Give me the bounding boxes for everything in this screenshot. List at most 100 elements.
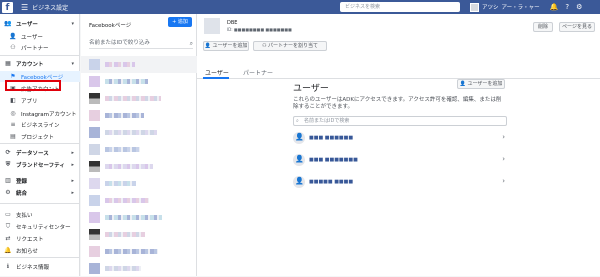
sidebar-item-icon: ℹ bbox=[6, 263, 10, 270]
sidebar-item[interactable]: ▭ 支払い bbox=[0, 209, 80, 220]
expand-arrow-icon: ▸ bbox=[71, 161, 74, 168]
sidebar-item[interactable]: ⚇ パートナー bbox=[0, 42, 80, 53]
expand-arrow-icon: ▾ bbox=[71, 60, 74, 67]
add-user-button[interactable]: 👤 ユーザーを追加 bbox=[457, 79, 505, 89]
sidebar-item-label: ユーザー bbox=[21, 34, 43, 41]
chevron-right-icon: › bbox=[502, 177, 505, 185]
sidebar-item-label: データソース bbox=[16, 150, 49, 157]
page-thumbnail bbox=[89, 263, 100, 274]
sidebar-item[interactable]: 👥 ユーザー ▾ bbox=[0, 18, 80, 29]
sidebar-item-icon: ⟳ bbox=[5, 149, 11, 156]
sidebar-item[interactable]: ⇄ リクエスト bbox=[0, 233, 80, 244]
search-icon: ⌕ bbox=[296, 118, 299, 124]
page-thumbnail bbox=[89, 76, 100, 87]
chevron-right-icon: › bbox=[502, 133, 505, 141]
help-icon[interactable]: ? bbox=[565, 3, 569, 11]
page-name-redacted bbox=[105, 79, 148, 84]
page-thumbnail bbox=[89, 246, 100, 257]
sidebar-item-label: プロジェクト bbox=[21, 134, 55, 141]
page-thumbnail bbox=[89, 212, 100, 223]
expand-arrow-icon: ▸ bbox=[71, 177, 74, 184]
assign-partner-label: パートナーを割り当て bbox=[268, 43, 319, 49]
topbar-right: アツシ アー・ラ・ャー 🔔 ? ⚙ bbox=[470, 0, 582, 14]
sidebar-item-icon: 🔔 bbox=[4, 247, 12, 254]
user-search-input[interactable]: ⌕ 名前またはIDで検索 bbox=[293, 116, 507, 126]
user-name[interactable]: アツシ bbox=[482, 3, 499, 11]
page-detail: DBE ID: ■■■■■■■■ ■■■■■■■ 削除 ページを見る 👤 ユーザ… bbox=[197, 14, 600, 276]
page-list-item[interactable] bbox=[81, 107, 197, 124]
page-name-redacted bbox=[105, 215, 162, 220]
sidebar-item[interactable]: 🔔 お知らせ bbox=[0, 245, 80, 256]
add-user-button-label: ユーザーを追加 bbox=[467, 81, 503, 87]
page-list-item[interactable] bbox=[81, 260, 197, 277]
page-list-item[interactable] bbox=[81, 209, 197, 226]
tab-partners[interactable]: パートナー bbox=[243, 68, 273, 77]
sidebar-item-icon: 👥 bbox=[4, 20, 12, 27]
facebook-logo[interactable]: f bbox=[2, 1, 13, 13]
bell-icon[interactable]: 🔔 bbox=[550, 3, 559, 11]
sidebar-item[interactable]: ⟳ データソース ▸ bbox=[0, 147, 80, 158]
page-filter-input[interactable]: 名前またはIDで絞り込み ⌕ bbox=[89, 38, 193, 49]
page-name-redacted bbox=[105, 198, 149, 203]
user-row[interactable]: 👤 ■■■ ■■■■■■ › bbox=[293, 128, 509, 150]
sidebar-item[interactable]: ⚙ 統合 ▸ bbox=[0, 187, 80, 198]
delete-button[interactable]: 削除 bbox=[533, 22, 553, 32]
page-list-item[interactable] bbox=[81, 175, 197, 192]
page-thumbnail bbox=[89, 195, 100, 206]
page-thumbnail bbox=[89, 178, 100, 189]
sidebar-item[interactable]: ≡ ビジネスライン bbox=[0, 119, 80, 130]
menu-icon[interactable]: ☰ bbox=[21, 3, 28, 12]
user-icon: 👤 bbox=[204, 43, 211, 49]
page-list-item[interactable] bbox=[81, 73, 197, 90]
page-list-item[interactable] bbox=[81, 90, 197, 107]
sidebar-item-label: リクエスト bbox=[16, 236, 44, 243]
sidebar-item-label: 支払い bbox=[16, 212, 33, 219]
page-thumbnail bbox=[89, 59, 100, 70]
sidebar-item-label: セキュリティセンター bbox=[16, 224, 71, 231]
page-name-redacted bbox=[105, 96, 161, 101]
page-list-item[interactable] bbox=[81, 158, 197, 175]
sidebar-item[interactable]: ℹ ビジネス情報 bbox=[0, 261, 80, 272]
add-user-header-button[interactable]: 👤 ユーザーを追加 bbox=[203, 41, 249, 51]
sidebar: 👥 ユーザー ▾ 👤 ユーザー ⚇ パートナー ▦ アカウント ▾ ⚑ Facebookページ ▣ 広告ア… bbox=[0, 14, 80, 276]
user-extra[interactable]: アー・ラ・ャー bbox=[502, 3, 540, 11]
sidebar-item-icon: ⚑ bbox=[10, 73, 16, 80]
page-list-item[interactable] bbox=[81, 192, 197, 209]
sidebar-divider bbox=[0, 257, 80, 258]
sidebar-item[interactable]: ▦ アカウント ▾ bbox=[0, 58, 80, 69]
sidebar-divider bbox=[0, 203, 80, 204]
gear-icon[interactable]: ⚙ bbox=[576, 3, 582, 11]
sidebar-item[interactable]: 👤 ユーザー bbox=[0, 31, 80, 42]
page-list-item[interactable] bbox=[81, 124, 197, 141]
tab-users[interactable]: ユーザー bbox=[205, 68, 229, 77]
page-list-item[interactable] bbox=[81, 141, 197, 158]
sidebar-item[interactable]: ▤ プロジェクト bbox=[0, 131, 80, 142]
user-row[interactable]: 👤 ■■■ ■■■■■■■ › bbox=[293, 150, 509, 172]
sidebar-item-label: 統合 bbox=[16, 190, 28, 197]
sidebar-item[interactable]: ◧ アプリ bbox=[0, 95, 80, 106]
sidebar-item[interactable]: ▥ 登録 ▸ bbox=[0, 175, 80, 186]
page-list-item[interactable] bbox=[81, 56, 197, 73]
user-search-placeholder: 名前またはIDで検索 bbox=[304, 118, 350, 124]
user-row[interactable]: 👤 ■■■■■ ■■■■ › bbox=[293, 172, 509, 194]
sidebar-item-label: ブランドセーフティ bbox=[16, 162, 65, 169]
user-avatar[interactable] bbox=[470, 2, 479, 12]
sidebar-item[interactable]: ◎ Instagramアカウント bbox=[0, 108, 80, 119]
page-list-item[interactable] bbox=[81, 243, 197, 260]
search-icon: ⌕ bbox=[189, 40, 193, 47]
expand-arrow-icon: ▸ bbox=[71, 189, 74, 196]
sidebar-item-icon: ◧ bbox=[10, 97, 16, 104]
user-name: ■■■ ■■■■■■■ bbox=[309, 157, 358, 163]
add-page-button[interactable]: + 追加 bbox=[168, 17, 192, 27]
page-list-item[interactable] bbox=[81, 226, 197, 243]
sidebar-item[interactable]: ⛉ セキュリティセンター bbox=[0, 221, 80, 232]
page-list-header: Facebookページ bbox=[89, 23, 132, 29]
page-list: Facebookページ + 追加 名前またはIDで絞り込み ⌕ bbox=[81, 14, 197, 276]
view-page-button[interactable]: ページを見る bbox=[559, 22, 595, 32]
business-search-input[interactable]: ビジネスを検索 bbox=[340, 2, 460, 12]
page-name-redacted bbox=[105, 249, 158, 254]
sidebar-item-label: ユーザー bbox=[16, 21, 38, 28]
page-title: DBE bbox=[227, 20, 238, 26]
sidebar-item[interactable]: ⛨ ブランドセーフティ ▸ bbox=[0, 159, 80, 170]
assign-partner-button[interactable]: ⚇ パートナーを割り当て bbox=[253, 41, 327, 51]
